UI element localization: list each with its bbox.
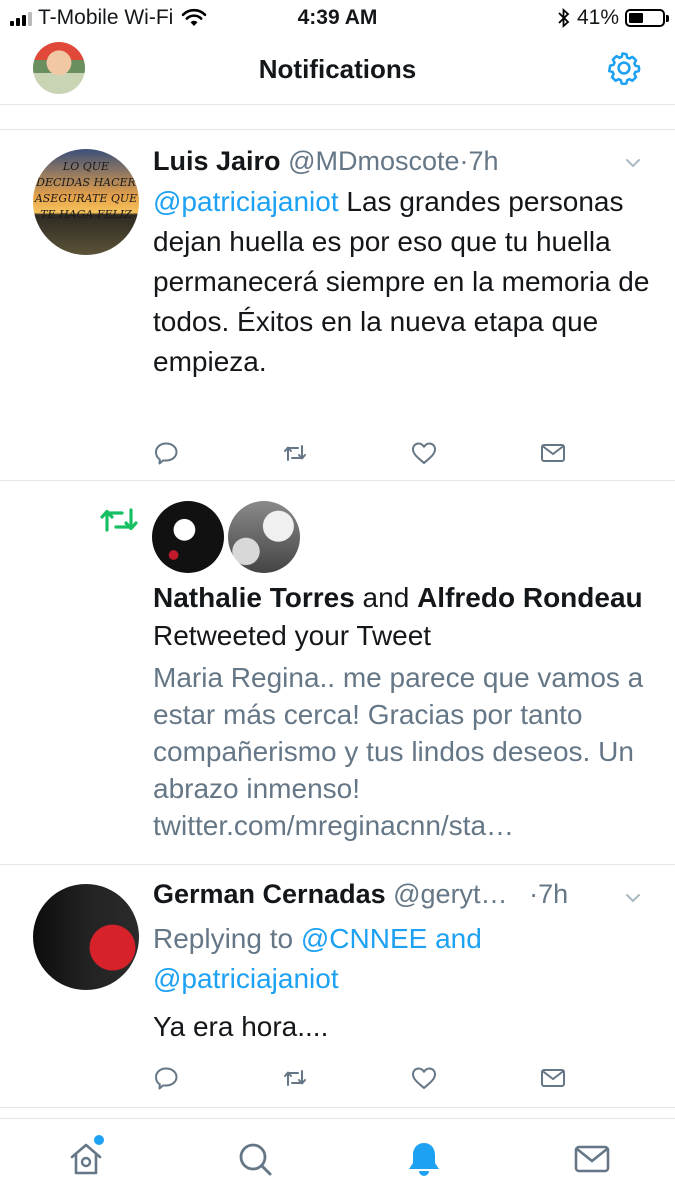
separator: · — [529, 879, 539, 909]
page-title: Notifications — [258, 54, 417, 84]
gear-icon[interactable] — [606, 50, 642, 86]
new-activity-dot — [92, 1133, 106, 1147]
tweet-actions — [153, 439, 593, 467]
replying-prefix: Replying to — [153, 923, 301, 954]
tweet-time: 7h — [468, 146, 499, 176]
user-name[interactable]: Nathalie Torres — [153, 582, 355, 613]
author-name[interactable]: German Cernadas — [153, 879, 386, 909]
tweet-text: @patriciajaniot Las grandes personas dej… — [153, 182, 653, 382]
tweet-time: 7h — [538, 879, 569, 909]
dm-icon[interactable] — [539, 439, 567, 467]
like-icon[interactable] — [410, 439, 438, 467]
conjunction: and — [354, 582, 418, 613]
tweet-header: German Cernadas @geryt… ·7h — [153, 879, 568, 910]
retweet-action: Retweeted your Tweet — [153, 620, 432, 651]
tweet-item[interactable]: German Cernadas @geryt… ·7h Replying to … — [0, 865, 675, 1108]
author-handle: @geryt… — [393, 879, 508, 909]
messages-icon[interactable] — [572, 1139, 612, 1179]
tweet-item[interactable]: LO QUE DECIDAS HACER ASEGURATE QUE TE HAGA … — [0, 130, 675, 481]
retweet-icon[interactable] — [281, 439, 309, 467]
retweet-notification[interactable]: Nathalie Torres and Alfredo Rondeau Retw… — [0, 481, 675, 865]
tweet-actions — [153, 1064, 593, 1092]
reply-icon[interactable] — [153, 1064, 181, 1092]
author-handle: @MDmoscote — [288, 146, 460, 176]
like-icon[interactable] — [410, 1064, 438, 1092]
battery-icon — [625, 9, 669, 27]
tweet-header: Luis Jairo @MDmoscote·7h — [153, 146, 499, 177]
bluetooth-icon — [558, 8, 570, 28]
search-icon[interactable] — [235, 1139, 275, 1179]
tweet-text: Ya era hora.... — [153, 1011, 329, 1042]
user-avatar[interactable] — [152, 501, 224, 573]
user-avatar[interactable] — [33, 884, 139, 990]
retweeted-text: Maria Regina.. me parece que vamos a est… — [153, 662, 644, 841]
separator: · — [459, 146, 469, 176]
chevron-down-icon[interactable] — [624, 154, 642, 172]
user-avatar[interactable]: LO QUE DECIDAS HACER ASEGURATE QUE TE HAGA … — [33, 149, 139, 255]
retweet-summary: Nathalie Torres and Alfredo Rondeau Retw… — [153, 579, 653, 655]
tab-bar — [0, 1118, 675, 1201]
status-right: 41% — [557, 6, 669, 30]
notifications-icon[interactable] — [404, 1139, 444, 1179]
chevron-down-icon[interactable] — [624, 889, 642, 907]
retweet-icon[interactable] — [281, 1064, 309, 1092]
retweet-icon — [100, 508, 138, 532]
battery-percent: 41% — [576, 6, 619, 29]
reply-icon[interactable] — [153, 439, 181, 467]
dm-icon[interactable] — [539, 1064, 567, 1092]
author-name[interactable]: Luis Jairo — [153, 146, 281, 176]
top-bar: Notifications — [0, 36, 675, 105]
user-name[interactable]: Alfredo Rondeau — [417, 582, 643, 613]
user-avatar[interactable] — [228, 501, 300, 573]
previous-item-edge — [0, 105, 675, 130]
replying-to: Replying to @CNNEE and @patriciajaniot — [153, 919, 653, 999]
mention-link[interactable]: @patriciajaniot — [153, 186, 339, 217]
status-bar: T-Mobile Wi-Fi 4:39 AM 41% — [0, 0, 675, 36]
